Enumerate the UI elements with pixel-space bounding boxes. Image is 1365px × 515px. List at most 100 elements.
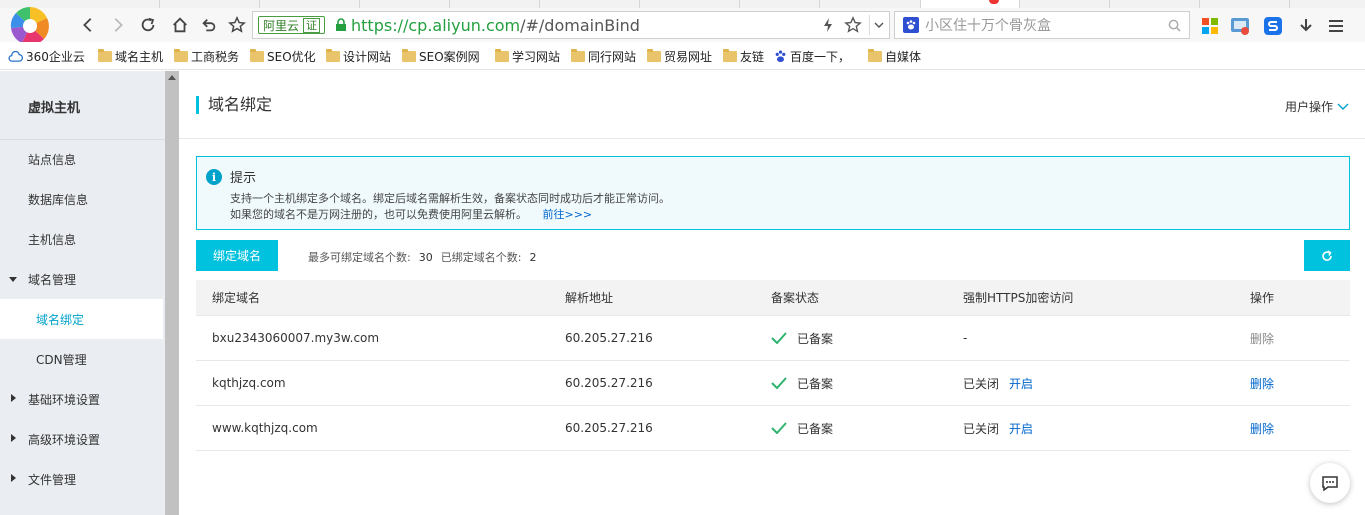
chevron-down-icon <box>1337 103 1349 110</box>
enable-https-link[interactable]: 开启 <box>1009 375 1033 392</box>
bound-count-label: 已绑定域名个数: <box>440 251 522 264</box>
sidebar-item-label: 域名管理 <box>28 272 77 287</box>
browser-tab[interactable] <box>260 0 360 8</box>
undo-close-button[interactable] <box>196 12 222 38</box>
forward-button[interactable] <box>105 12 131 38</box>
url-dropdown-button[interactable] <box>869 15 887 35</box>
bookmark-item[interactable]: 设计网站 <box>326 48 391 65</box>
bind-domain-button[interactable]: 绑定域名 <box>196 240 278 271</box>
enable-https-link[interactable]: 开启 <box>1009 420 1033 437</box>
search-bar[interactable]: 小区住十万个骨灰盒 <box>894 11 1190 39</box>
undo-icon <box>202 18 216 32</box>
browser-tab[interactable] <box>640 0 740 8</box>
sidebar-item-label: CDN管理 <box>36 352 87 367</box>
bookmark-star-icon[interactable] <box>843 16 863 34</box>
refresh-button[interactable] <box>1304 240 1350 271</box>
column-header: 解析地址 <box>565 291 614 305</box>
delete-button[interactable]: 删除 <box>1250 406 1274 450</box>
chat-support-button[interactable] <box>1310 463 1350 503</box>
bookmark-label: SEO案例网 <box>419 50 480 64</box>
certificate-badge[interactable]: 阿里云 证 <box>258 16 326 34</box>
go-dns-link[interactable]: 前往>>> <box>543 208 593 221</box>
sidebar-item-domain-management[interactable]: 域名管理 <box>0 259 163 299</box>
browser-tab[interactable] <box>1110 0 1200 8</box>
menu-icon[interactable] <box>1326 16 1346 36</box>
folder-icon <box>495 49 509 62</box>
browser-tab[interactable] <box>740 0 820 8</box>
sidebar-scrollbar[interactable] <box>165 71 179 515</box>
https-cell: - <box>963 316 967 360</box>
table-row: kqthjzq.com 60.205.27.216 已备案 已关闭 开启 删除 <box>196 361 1350 406</box>
browser-tab[interactable] <box>60 0 160 8</box>
reload-button[interactable] <box>135 12 161 38</box>
favorite-button[interactable] <box>224 12 250 38</box>
bookmark-label: 自媒体 <box>885 50 922 64</box>
domain-table: 绑定域名 解析地址 备案状态 强制HTTPS加密访问 操作 bxu2343060… <box>196 280 1350 451</box>
bookmark-label: 学习网站 <box>512 50 561 64</box>
bookmark-item[interactable]: 自媒体 <box>868 48 921 65</box>
address-bar[interactable]: 阿里云 证 https://cp.aliyun.com/#/domainBind <box>252 11 890 39</box>
bookmark-item[interactable]: 同行网站 <box>571 48 636 65</box>
bookmark-item[interactable]: 学习网站 <box>495 48 560 65</box>
bookmark-item[interactable]: 友链 <box>723 48 764 65</box>
https-status-label: - <box>963 331 968 345</box>
sidebar-item-basic-env[interactable]: 基础环境设置 <box>0 379 163 419</box>
user-operations-label: 用户操作 <box>1284 100 1333 114</box>
browser-tab[interactable] <box>540 0 640 8</box>
sidebar-item-site-info[interactable]: 站点信息 <box>0 139 163 179</box>
browser-tab[interactable] <box>1020 0 1110 8</box>
sync-s-icon[interactable] <box>1263 16 1283 36</box>
bookmark-label: 360企业云 <box>26 50 85 64</box>
baidu-paw-icon[interactable] <box>903 17 919 33</box>
bound-count-value: 2 <box>529 251 537 264</box>
url-text[interactable]: https://cp.aliyun.com/#/domainBind <box>351 16 640 35</box>
delete-button[interactable]: 删除 <box>1250 361 1274 405</box>
back-button[interactable] <box>75 12 101 38</box>
lightning-icon[interactable] <box>821 17 835 33</box>
bookmark-item[interactable]: 工商税务 <box>174 48 239 65</box>
record-status-cell: 已备案 <box>771 406 833 450</box>
sidebar-item-label: 文件管理 <box>28 472 77 487</box>
apps-grid-icon[interactable] <box>1200 16 1220 36</box>
browser-tab[interactable] <box>1200 0 1290 8</box>
browser-tab[interactable] <box>360 0 450 8</box>
sidebar-item-host-info[interactable]: 主机信息 <box>0 219 163 259</box>
bookmark-item[interactable]: 百度一下， <box>774 48 850 65</box>
sidebar-item-domain-bind[interactable]: 域名绑定 <box>0 299 163 339</box>
bookmark-item[interactable]: SEO案例网 <box>402 48 480 65</box>
bookmark-label: 友链 <box>740 50 765 64</box>
bookmark-item[interactable]: 360企业云 <box>8 48 85 65</box>
browser-logo-icon[interactable] <box>4 2 52 46</box>
ip-cell: 60.205.27.216 <box>565 376 653 390</box>
download-icon[interactable] <box>1296 16 1316 36</box>
sidebar-item-file-management[interactable]: 文件管理 <box>0 459 163 499</box>
column-header: 强制HTTPS加密访问 <box>963 291 1074 305</box>
browser-tab-active[interactable] <box>920 0 1020 8</box>
bookmark-item[interactable]: SEO优化 <box>250 48 316 65</box>
page-title: 域名绑定 <box>196 96 272 114</box>
user-operations-menu[interactable]: 用户操作 <box>1285 98 1349 115</box>
sidebar-item-database-info[interactable]: 数据库信息 <box>0 179 163 219</box>
search-icon[interactable] <box>1168 19 1181 32</box>
sidebar-item-cdn[interactable]: CDN管理 <box>0 339 163 379</box>
domain-cell: www.kqthjzq.com <box>212 421 318 435</box>
chat-bubble-icon <box>1322 476 1338 491</box>
browser-tab[interactable] <box>450 0 540 8</box>
ip-cell: 60.205.27.216 <box>565 331 653 345</box>
https-cell: 已关闭 开启 <box>963 361 1033 405</box>
bookmark-label: SEO优化 <box>267 50 316 64</box>
search-input[interactable]: 小区住十万个骨灰盒 <box>925 15 1051 35</box>
cert-verified-badge: 证 <box>303 17 321 33</box>
browser-tab[interactable] <box>160 0 260 8</box>
bookmark-item[interactable]: 域名主机 <box>98 48 163 65</box>
sidebar-item-advanced-env[interactable]: 高级环境设置 <box>0 419 163 459</box>
bookmark-item[interactable]: 贸易网址 <box>647 48 712 65</box>
sidebar-item-label: 站点信息 <box>28 152 77 167</box>
record-status-cell: 已备案 <box>771 361 833 405</box>
sidebar-item-label: 数据库信息 <box>28 192 89 207</box>
scroll-up-arrow-icon[interactable] <box>168 75 176 80</box>
https-status-label: 已关闭 <box>963 376 1000 391</box>
domain-cell: bxu2343060007.my3w.com <box>212 331 380 345</box>
home-button[interactable] <box>167 12 193 38</box>
screenshot-tool-icon[interactable] <box>1230 16 1250 36</box>
